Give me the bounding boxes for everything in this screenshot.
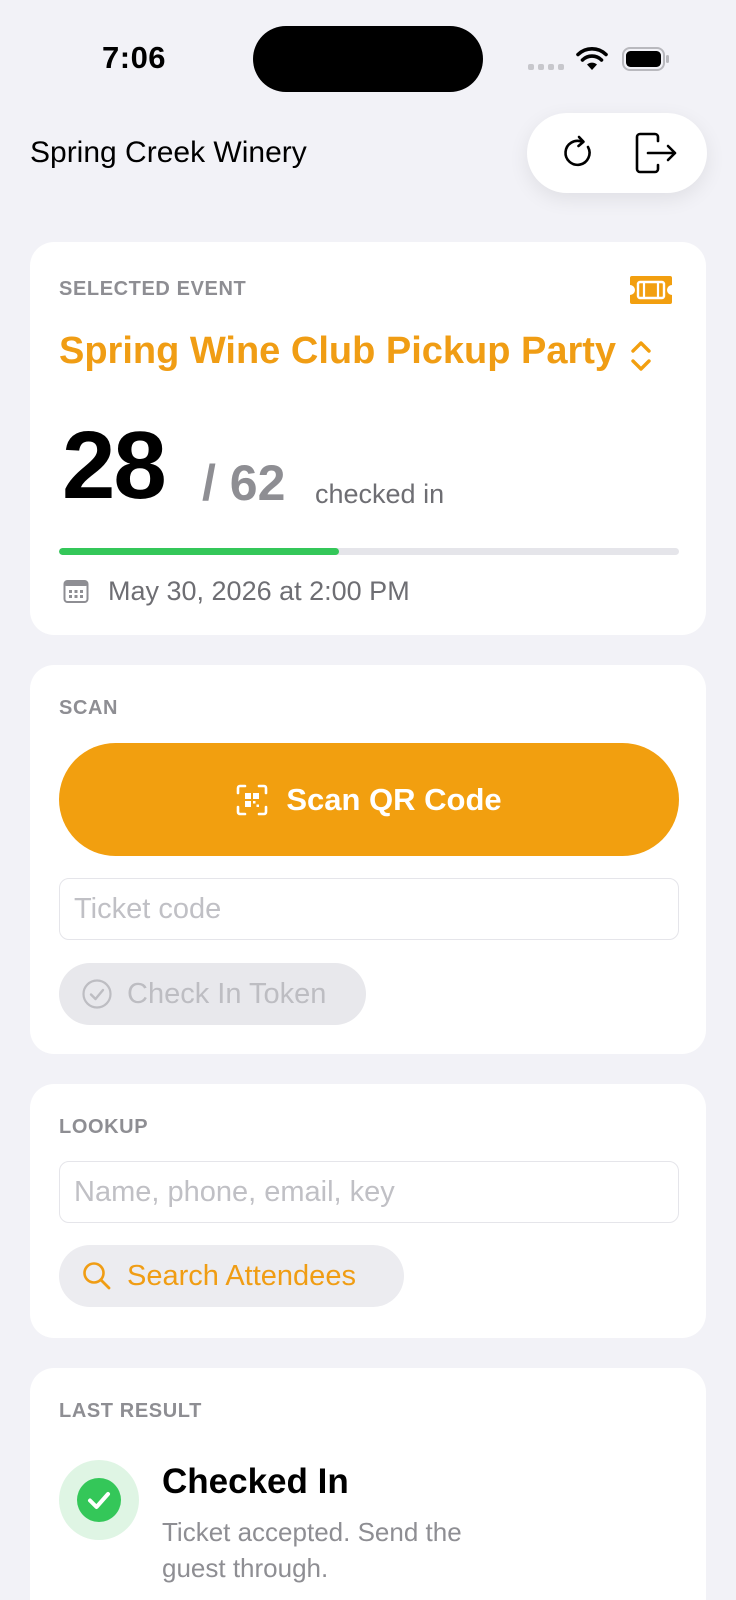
battery-icon	[622, 47, 669, 71]
scan-label: SCAN	[59, 697, 119, 719]
last-result-label: LAST RESULT	[59, 1400, 202, 1422]
checkmark-circle-icon	[82, 979, 112, 1009]
checked-in-suffix: checked in	[315, 479, 445, 509]
check-in-token-button[interactable]: Check In Token	[59, 963, 366, 1025]
search-attendees-button[interactable]: Search Attendees	[59, 1245, 404, 1307]
checkmark-circle-fill-icon	[77, 1478, 121, 1522]
calendar-icon	[63, 580, 89, 603]
event-date: May 30, 2026 at 2:00 PM	[108, 576, 410, 606]
last-result-card: LAST RESULT Checked In Ticket accepted. …	[30, 1368, 706, 1600]
result-status-badge	[59, 1460, 139, 1540]
lookup-label: LOOKUP	[59, 1116, 149, 1138]
search-attendees-label: Search Attendees	[127, 1259, 356, 1292]
event-picker[interactable]: Spring Wine Club Pickup Party	[59, 330, 616, 373]
chevron-up-down-icon[interactable]	[628, 336, 654, 376]
wifi-icon	[576, 47, 608, 70]
status-time: 7:06	[102, 40, 167, 75]
app-title: Spring Creek Winery	[30, 136, 307, 169]
dynamic-island	[253, 26, 483, 92]
refresh-button[interactable]	[552, 127, 604, 179]
result-message: Ticket accepted. Send the guest through.	[162, 1517, 462, 1583]
scan-card: SCAN Scan QR Code Check In Token	[30, 665, 706, 1054]
header-actions	[527, 113, 707, 193]
scan-qr-label: Scan QR Code	[286, 781, 502, 817]
search-icon	[83, 1262, 111, 1290]
logout-icon	[635, 132, 677, 174]
ticket-icon	[630, 276, 672, 304]
total-count: / 62	[202, 455, 286, 511]
attendee-search-input[interactable]	[59, 1161, 679, 1223]
result-title: Checked In	[162, 1462, 349, 1501]
scan-qr-button[interactable]: Scan QR Code	[59, 743, 679, 856]
selected-event-card: SELECTED EVENT Spring Wine Club Pickup P…	[30, 242, 706, 635]
qr-scan-icon	[237, 784, 268, 815]
check-in-token-label: Check In Token	[127, 977, 327, 1010]
ticket-code-input[interactable]	[59, 878, 679, 940]
selected-event-label: SELECTED EVENT	[59, 278, 247, 300]
checkin-progress-bar	[59, 548, 679, 555]
logout-button[interactable]	[630, 127, 682, 179]
lookup-card: LOOKUP Search Attendees	[30, 1084, 706, 1338]
checkin-progress-fill	[59, 548, 339, 555]
refresh-icon	[564, 135, 591, 167]
cellular-signal-icon	[528, 64, 564, 70]
checked-in-count: 28	[62, 412, 167, 519]
screen: 7:06 Spring Creek Winery SELECTED EVENT	[0, 0, 736, 1600]
